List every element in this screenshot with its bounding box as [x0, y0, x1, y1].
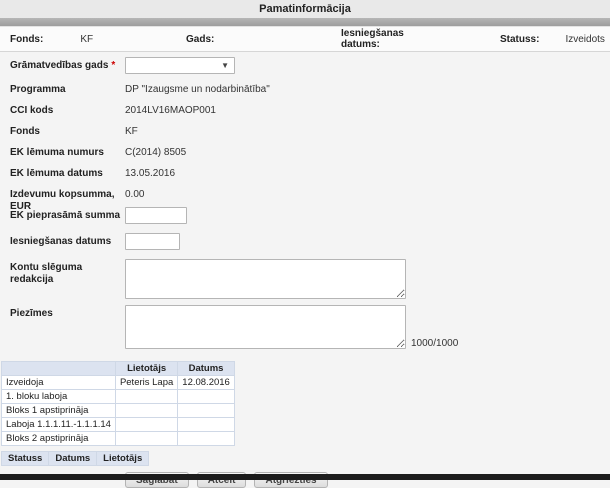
info-fonds-value: KF [80, 34, 93, 45]
summary-info-bar: Fonds: KF Gads: Iesniegšanas datums: Sta… [0, 26, 610, 52]
field-value: DP "Izaugsme un nodarbinātība" [125, 81, 270, 95]
ek-pieprasama-summa-input[interactable] [125, 207, 187, 224]
table-row: Bloks 1 apstiprināja [2, 404, 235, 418]
table-row: Bloks 2 apstiprināja [2, 432, 235, 446]
status-header-row: Statuss Datums Lietotājs [2, 452, 149, 466]
field-value: 2014LV16MAOP001 [125, 102, 216, 116]
history-cell [115, 432, 177, 446]
field-label: Programma [0, 81, 125, 96]
history-cell [178, 390, 235, 404]
bottom-bar [0, 474, 610, 480]
info-statuss: Statuss: Izveidots [500, 27, 605, 51]
piezimes-wrap: 1000/1000 [125, 305, 458, 349]
status-header-lietotajs: Lietotājs [97, 452, 149, 466]
history-cell [115, 404, 177, 418]
page-title-bar: Pamatinformācija [0, 0, 610, 18]
info-fonds-label: Fonds: [10, 34, 43, 45]
history-cell: Izveidoja [2, 376, 116, 390]
field-value: 0.00 [125, 186, 144, 200]
history-header-datums: Datums [178, 362, 235, 376]
char-counter: 1000/1000 [411, 338, 458, 349]
table-row: Izveidoja Peteris Lapa 12.08.2016 [2, 376, 235, 390]
field-value: KF [125, 123, 138, 137]
info-fonds: Fonds: KF [10, 27, 93, 51]
field-label: Kontu slēguma redakcija [0, 259, 125, 286]
page: Pamatinformācija Fonds: KF Gads: Iesnieg… [0, 0, 610, 480]
field-label-text: Grāmatvedības gads [10, 60, 108, 71]
table-row: 1. bloku laboja [2, 390, 235, 404]
form-row-kontu-sleguma-redakcija: Kontu slēguma redakcija [0, 259, 610, 305]
info-gads: Gads: [186, 27, 234, 51]
kontu-sleguma-redakcija-textarea[interactable] [125, 259, 406, 299]
field-label: Grāmatvedības gads* [0, 57, 125, 72]
field-label: EK pieprasāmā summa [0, 207, 125, 222]
history-cell [178, 432, 235, 446]
status-table: Statuss Datums Lietotājs [1, 451, 149, 466]
history-cell [115, 390, 177, 404]
piezimes-textarea[interactable] [125, 305, 406, 349]
info-statuss-label: Statuss: [500, 34, 539, 45]
info-gads-label: Gads: [186, 34, 214, 45]
history-cell: Bloks 1 apstiprināja [2, 404, 116, 418]
form-area: Grāmatvedības gads* ▼ Programma DP "Izau… [0, 52, 610, 488]
status-header-statuss: Statuss [2, 452, 49, 466]
field-label: Fonds [0, 123, 125, 138]
history-table: Lietotājs Datums Izveidoja Peteris Lapa … [1, 361, 235, 446]
field-label: Piezīmes [0, 305, 125, 320]
field-label: CCI kods [0, 102, 125, 117]
gramatvedibas-gads-select[interactable]: ▼ [125, 57, 235, 74]
form-row-piezimes: Piezīmes 1000/1000 [0, 305, 610, 353]
history-header-row: Lietotājs Datums [2, 362, 235, 376]
table-row: Laboja 1.1.1.11.-1.1.1.14 [2, 418, 235, 432]
field-value: C(2014) 8505 [125, 144, 186, 158]
form-row-fonds: Fonds KF [0, 123, 610, 144]
form-row-ek-pieprasama-summa: EK pieprasāmā summa [0, 207, 610, 233]
history-cell: Laboja 1.1.1.11.-1.1.1.14 [2, 418, 116, 432]
history-cell [178, 418, 235, 432]
status-badge: Izveidots [565, 34, 604, 45]
form-row-ek-lemuma-datums: EK lēmuma datums 13.05.2016 [0, 165, 610, 186]
field-label: Iesniegšanas datums [0, 233, 125, 248]
history-cell: 1. bloku laboja [2, 390, 116, 404]
info-iesniegsanas-label: Iesniegšanas datums: [341, 28, 433, 50]
form-row-izdevumu-kopsumma: Izdevumu kopsumma, EUR 0.00 [0, 186, 610, 207]
divider-strip [0, 18, 610, 26]
history-header-lietotajs: Lietotājs [115, 362, 177, 376]
history-cell: 12.08.2016 [178, 376, 235, 390]
history-cell [178, 404, 235, 418]
info-iesniegsanas: Iesniegšanas datums: [341, 27, 433, 51]
form-row-cci-kods: CCI kods 2014LV16MAOP001 [0, 102, 610, 123]
history-header-empty [2, 362, 116, 376]
chevron-down-icon: ▼ [221, 61, 229, 71]
form-row-ek-lemuma-numurs: EK lēmuma numurs C(2014) 8505 [0, 144, 610, 165]
field-value: 13.05.2016 [125, 165, 175, 179]
required-asterisk: * [111, 60, 115, 71]
page-title: Pamatinformācija [259, 3, 351, 15]
form-row-programma: Programma DP "Izaugsme un nodarbinātība" [0, 81, 610, 102]
history-cell: Bloks 2 apstiprināja [2, 432, 116, 446]
status-header-datums: Datums [49, 452, 97, 466]
form-row-gramatvedibas-gads: Grāmatvedības gads* ▼ [0, 57, 610, 81]
history-cell: Peteris Lapa [115, 376, 177, 390]
field-label: EK lēmuma datums [0, 165, 125, 180]
iesniegsanas-datums-input[interactable] [125, 233, 180, 250]
form-row-iesniegsanas-datums: Iesniegšanas datums [0, 233, 610, 259]
history-cell [115, 418, 177, 432]
field-label: EK lēmuma numurs [0, 144, 125, 159]
